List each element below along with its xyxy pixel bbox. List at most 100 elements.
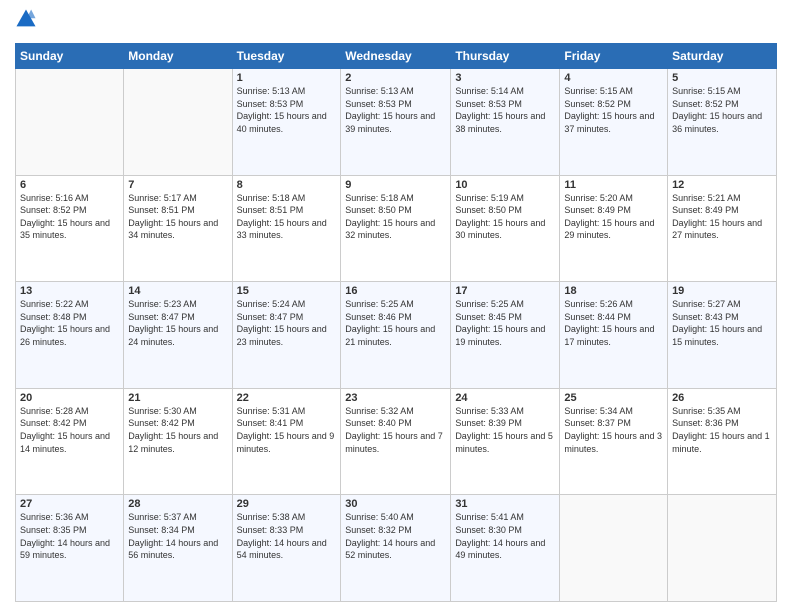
day-info: Sunrise: 5:16 AM Sunset: 8:52 PM Dayligh… [20, 192, 119, 242]
calendar-day-cell: 15Sunrise: 5:24 AM Sunset: 8:47 PM Dayli… [232, 282, 341, 389]
day-info: Sunrise: 5:15 AM Sunset: 8:52 PM Dayligh… [672, 85, 772, 135]
day-info: Sunrise: 5:40 AM Sunset: 8:32 PM Dayligh… [345, 511, 446, 561]
calendar-day-cell: 27Sunrise: 5:36 AM Sunset: 8:35 PM Dayli… [16, 495, 124, 602]
day-number: 2 [345, 72, 446, 84]
calendar-day-cell: 18Sunrise: 5:26 AM Sunset: 8:44 PM Dayli… [560, 282, 668, 389]
day-number: 5 [672, 72, 772, 84]
logo [15, 10, 39, 35]
calendar-day-header: Thursday [451, 44, 560, 69]
day-number: 27 [20, 498, 119, 510]
day-info: Sunrise: 5:17 AM Sunset: 8:51 PM Dayligh… [128, 192, 227, 242]
calendar-day-header: Sunday [16, 44, 124, 69]
day-info: Sunrise: 5:21 AM Sunset: 8:49 PM Dayligh… [672, 192, 772, 242]
calendar-day-cell: 25Sunrise: 5:34 AM Sunset: 8:37 PM Dayli… [560, 388, 668, 495]
day-number: 23 [345, 392, 446, 404]
day-info: Sunrise: 5:19 AM Sunset: 8:50 PM Dayligh… [455, 192, 555, 242]
calendar-day-cell: 6Sunrise: 5:16 AM Sunset: 8:52 PM Daylig… [16, 175, 124, 282]
day-info: Sunrise: 5:37 AM Sunset: 8:34 PM Dayligh… [128, 511, 227, 561]
day-number: 1 [237, 72, 337, 84]
calendar-day-cell [16, 69, 124, 176]
day-info: Sunrise: 5:22 AM Sunset: 8:48 PM Dayligh… [20, 298, 119, 348]
calendar-day-header: Friday [560, 44, 668, 69]
calendar-day-cell: 17Sunrise: 5:25 AM Sunset: 8:45 PM Dayli… [451, 282, 560, 389]
calendar-day-cell: 7Sunrise: 5:17 AM Sunset: 8:51 PM Daylig… [124, 175, 232, 282]
calendar-week-row: 13Sunrise: 5:22 AM Sunset: 8:48 PM Dayli… [16, 282, 777, 389]
day-info: Sunrise: 5:14 AM Sunset: 8:53 PM Dayligh… [455, 85, 555, 135]
day-number: 18 [564, 285, 663, 297]
day-info: Sunrise: 5:26 AM Sunset: 8:44 PM Dayligh… [564, 298, 663, 348]
calendar-week-row: 27Sunrise: 5:36 AM Sunset: 8:35 PM Dayli… [16, 495, 777, 602]
day-number: 10 [455, 179, 555, 191]
day-number: 17 [455, 285, 555, 297]
calendar-day-cell: 12Sunrise: 5:21 AM Sunset: 8:49 PM Dayli… [668, 175, 777, 282]
calendar-page: SundayMondayTuesdayWednesdayThursdayFrid… [0, 0, 792, 612]
day-number: 6 [20, 179, 119, 191]
calendar-day-cell: 4Sunrise: 5:15 AM Sunset: 8:52 PM Daylig… [560, 69, 668, 176]
calendar-day-cell: 9Sunrise: 5:18 AM Sunset: 8:50 PM Daylig… [341, 175, 451, 282]
calendar-day-cell [124, 69, 232, 176]
calendar-day-cell: 24Sunrise: 5:33 AM Sunset: 8:39 PM Dayli… [451, 388, 560, 495]
calendar-day-cell: 26Sunrise: 5:35 AM Sunset: 8:36 PM Dayli… [668, 388, 777, 495]
calendar-day-cell: 5Sunrise: 5:15 AM Sunset: 8:52 PM Daylig… [668, 69, 777, 176]
day-number: 14 [128, 285, 227, 297]
day-info: Sunrise: 5:20 AM Sunset: 8:49 PM Dayligh… [564, 192, 663, 242]
day-number: 8 [237, 179, 337, 191]
day-number: 30 [345, 498, 446, 510]
day-number: 24 [455, 392, 555, 404]
day-info: Sunrise: 5:38 AM Sunset: 8:33 PM Dayligh… [237, 511, 337, 561]
day-number: 3 [455, 72, 555, 84]
day-number: 11 [564, 179, 663, 191]
header [15, 10, 777, 35]
day-info: Sunrise: 5:13 AM Sunset: 8:53 PM Dayligh… [237, 85, 337, 135]
day-number: 22 [237, 392, 337, 404]
day-number: 29 [237, 498, 337, 510]
calendar-day-cell: 21Sunrise: 5:30 AM Sunset: 8:42 PM Dayli… [124, 388, 232, 495]
calendar-day-cell: 20Sunrise: 5:28 AM Sunset: 8:42 PM Dayli… [16, 388, 124, 495]
calendar-week-row: 6Sunrise: 5:16 AM Sunset: 8:52 PM Daylig… [16, 175, 777, 282]
day-number: 28 [128, 498, 227, 510]
calendar-day-cell: 29Sunrise: 5:38 AM Sunset: 8:33 PM Dayli… [232, 495, 341, 602]
calendar-day-cell: 16Sunrise: 5:25 AM Sunset: 8:46 PM Dayli… [341, 282, 451, 389]
day-number: 21 [128, 392, 227, 404]
calendar-day-header: Monday [124, 44, 232, 69]
day-info: Sunrise: 5:32 AM Sunset: 8:40 PM Dayligh… [345, 405, 446, 455]
calendar-day-cell [560, 495, 668, 602]
day-number: 12 [672, 179, 772, 191]
day-info: Sunrise: 5:31 AM Sunset: 8:41 PM Dayligh… [237, 405, 337, 455]
calendar-day-header: Wednesday [341, 44, 451, 69]
day-number: 7 [128, 179, 227, 191]
calendar-week-row: 1Sunrise: 5:13 AM Sunset: 8:53 PM Daylig… [16, 69, 777, 176]
day-info: Sunrise: 5:18 AM Sunset: 8:51 PM Dayligh… [237, 192, 337, 242]
day-number: 31 [455, 498, 555, 510]
calendar-day-cell: 1Sunrise: 5:13 AM Sunset: 8:53 PM Daylig… [232, 69, 341, 176]
calendar-day-cell: 31Sunrise: 5:41 AM Sunset: 8:30 PM Dayli… [451, 495, 560, 602]
logo-icon [15, 8, 37, 30]
day-info: Sunrise: 5:25 AM Sunset: 8:46 PM Dayligh… [345, 298, 446, 348]
calendar-day-header: Saturday [668, 44, 777, 69]
day-info: Sunrise: 5:30 AM Sunset: 8:42 PM Dayligh… [128, 405, 227, 455]
calendar-day-cell: 10Sunrise: 5:19 AM Sunset: 8:50 PM Dayli… [451, 175, 560, 282]
day-number: 20 [20, 392, 119, 404]
day-info: Sunrise: 5:27 AM Sunset: 8:43 PM Dayligh… [672, 298, 772, 348]
day-info: Sunrise: 5:28 AM Sunset: 8:42 PM Dayligh… [20, 405, 119, 455]
calendar-day-cell [668, 495, 777, 602]
calendar-day-cell: 28Sunrise: 5:37 AM Sunset: 8:34 PM Dayli… [124, 495, 232, 602]
day-number: 15 [237, 285, 337, 297]
day-number: 4 [564, 72, 663, 84]
day-number: 19 [672, 285, 772, 297]
calendar-header-row: SundayMondayTuesdayWednesdayThursdayFrid… [16, 44, 777, 69]
day-info: Sunrise: 5:36 AM Sunset: 8:35 PM Dayligh… [20, 511, 119, 561]
day-info: Sunrise: 5:25 AM Sunset: 8:45 PM Dayligh… [455, 298, 555, 348]
day-number: 25 [564, 392, 663, 404]
calendar-day-cell: 19Sunrise: 5:27 AM Sunset: 8:43 PM Dayli… [668, 282, 777, 389]
calendar-day-cell: 22Sunrise: 5:31 AM Sunset: 8:41 PM Dayli… [232, 388, 341, 495]
day-info: Sunrise: 5:35 AM Sunset: 8:36 PM Dayligh… [672, 405, 772, 455]
calendar-day-cell: 2Sunrise: 5:13 AM Sunset: 8:53 PM Daylig… [341, 69, 451, 176]
day-info: Sunrise: 5:41 AM Sunset: 8:30 PM Dayligh… [455, 511, 555, 561]
calendar-day-cell: 30Sunrise: 5:40 AM Sunset: 8:32 PM Dayli… [341, 495, 451, 602]
calendar-day-header: Tuesday [232, 44, 341, 69]
day-number: 16 [345, 285, 446, 297]
day-info: Sunrise: 5:13 AM Sunset: 8:53 PM Dayligh… [345, 85, 446, 135]
day-number: 9 [345, 179, 446, 191]
calendar-day-cell: 14Sunrise: 5:23 AM Sunset: 8:47 PM Dayli… [124, 282, 232, 389]
